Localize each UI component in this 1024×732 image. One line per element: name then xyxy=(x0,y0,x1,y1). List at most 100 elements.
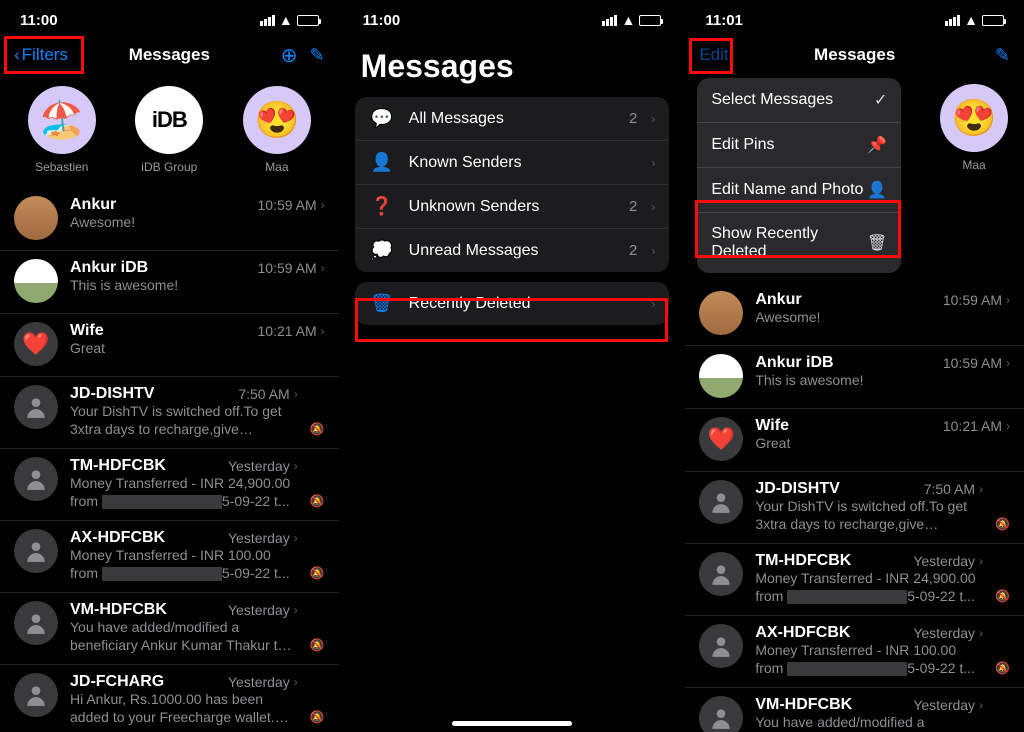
menu-item[interactable]: Select Messages ✓ xyxy=(697,78,901,122)
chat-preview: Money Transferred - INR 100.00 from 5-09… xyxy=(70,547,298,582)
chat-preview: Great xyxy=(755,435,1010,453)
home-indicator[interactable] xyxy=(452,721,572,726)
muted-icon: 🔕 xyxy=(310,566,325,580)
filter-label: Unread Messages xyxy=(409,242,615,260)
compose-icon[interactable]: ✎ xyxy=(310,45,325,66)
pin-avatar: 😍 xyxy=(243,86,311,154)
edit-button[interactable]: Edit xyxy=(699,45,728,65)
status-bar: 11:00 ▲ xyxy=(0,0,339,34)
chat-name: Ankur iDB xyxy=(755,354,833,372)
chat-preview: You have added/modified a beneficiary An… xyxy=(755,714,983,732)
filter-list: 💬 All Messages 2 › 👤Known Senders › ❓ Unknown… xyxy=(355,97,670,272)
pin-label: iDB Group xyxy=(141,160,197,174)
chat-avatar xyxy=(14,457,58,501)
pinned-chat[interactable]: 😍Maa xyxy=(227,86,327,174)
chat-preview: This is awesome! xyxy=(755,372,1010,390)
chat-preview: Money Transferred - INR 100.00 from 5-09… xyxy=(755,642,983,677)
chat-row[interactable]: Ankur10:59 AM ›Awesome! xyxy=(0,188,339,250)
pinned-chat[interactable]: 🏖️Sebastien xyxy=(12,86,112,174)
pinned-chat[interactable]: iDB iDB Group xyxy=(119,86,219,174)
chat-name: Wife xyxy=(755,417,789,435)
chat-avatar xyxy=(699,624,743,668)
chat-name: JD-DISHTV xyxy=(70,385,154,403)
signal-icon xyxy=(945,15,960,26)
chat-row[interactable]: ❤️Wife10:21 AM ›Great xyxy=(685,408,1024,471)
filter-label: All Messages xyxy=(409,110,615,128)
wifi-icon: ▲ xyxy=(279,12,293,28)
menu-icon: ✓ xyxy=(874,90,887,110)
chat-row[interactable]: Ankur iDB10:59 AM ›This is awesome! xyxy=(685,345,1024,408)
chat-name: AX-HDFCBK xyxy=(755,624,850,642)
back-chevron-icon: ‹ xyxy=(14,45,20,65)
status-time: 11:00 xyxy=(363,12,401,29)
chevron-right-icon: › xyxy=(651,244,655,258)
chat-row[interactable]: AX-HDFCBKYesterday ›Money Transferred - … xyxy=(0,520,339,592)
menu-icon: 🗑 xyxy=(867,233,887,253)
chat-row[interactable]: ❤️Wife10:21 AM ›Great xyxy=(0,313,339,376)
pin-label: Sebastien xyxy=(35,160,88,174)
chat-preview: Your DishTV is switched off.To get 3xtra… xyxy=(70,403,298,438)
chat-time: 7:50 AM › xyxy=(924,481,983,497)
pinned-single[interactable]: 😍 Maa xyxy=(940,84,1008,172)
muted-icon: 🔕 xyxy=(310,638,325,652)
chat-avatar: ❤️ xyxy=(699,417,743,461)
chat-name: VM-HDFCBK xyxy=(755,696,852,714)
menu-label: Select Messages xyxy=(711,91,833,109)
filter-item[interactable]: 👤Known Senders › xyxy=(355,140,670,184)
chat-row[interactable]: Ankur iDB10:59 AM ›This is awesome! xyxy=(0,250,339,313)
chat-row[interactable]: VM-HDFCBKYesterday ›You have added/modif… xyxy=(0,592,339,664)
menu-item[interactable]: Show Recently Deleted🗑 xyxy=(697,212,901,273)
filter-icon: 💬 xyxy=(369,108,395,129)
chat-avatar: ❤️ xyxy=(14,322,58,366)
signal-icon xyxy=(260,15,275,26)
filter-item[interactable]: 💭Unread Messages2 › xyxy=(355,228,670,272)
chat-avatar xyxy=(14,601,58,645)
chat-avatar xyxy=(14,259,58,303)
chat-row[interactable]: AX-HDFCBKYesterday ›Money Transferred - … xyxy=(685,615,1024,687)
filter-count: 2 xyxy=(629,198,637,215)
screen-2: 11:00 ▲ Messages 💬All Messages2 ›👤Known … xyxy=(343,0,682,732)
muted-icon: 🔕 xyxy=(310,494,325,508)
chat-name: TM-HDFCBK xyxy=(755,552,851,570)
chat-time: 10:59 AM › xyxy=(258,197,325,213)
chat-preview: Money Transferred - INR 24,900.00 from 5… xyxy=(70,475,298,510)
chat-avatar xyxy=(14,385,58,429)
nav-title: Messages xyxy=(129,45,210,65)
chat-time: Yesterday › xyxy=(228,530,298,546)
chat-row[interactable]: JD-FCHARGYesterday ›Hi Ankur, Rs.1000.00… xyxy=(0,664,339,732)
filter-item[interactable]: ❓Unknown Senders2 › xyxy=(355,184,670,228)
filter-recently-deleted[interactable]: 🗑 Recently Deleted › xyxy=(355,282,670,325)
status-bar: 11:00 ▲ xyxy=(343,0,682,34)
pin-avatar: iDB xyxy=(135,86,203,154)
filters-button[interactable]: ‹Filters xyxy=(14,45,68,65)
chat-time: Yesterday › xyxy=(228,602,298,618)
menu-item[interactable]: Edit Pins📌 xyxy=(697,122,901,167)
filter-item[interactable]: 💬All Messages2 › xyxy=(355,97,670,140)
chat-avatar xyxy=(14,196,58,240)
filter-label: Unknown Senders xyxy=(409,198,615,216)
chat-row[interactable]: Ankur10:59 AM ›Awesome! xyxy=(685,283,1024,345)
edit-menu: Select Messages✓Edit Pins📌Edit Name and … xyxy=(697,78,901,273)
chat-row[interactable]: JD-DISHTV7:50 AM ›Your DishTV is switche… xyxy=(685,471,1024,543)
status-indicators: ▲ xyxy=(602,12,661,28)
chat-preview: This is awesome! xyxy=(70,277,325,295)
chat-row[interactable]: JD-DISHTV7:50 AM ›Your DishTV is switche… xyxy=(0,376,339,448)
chat-avatar xyxy=(699,696,743,732)
muted-icon: 🔕 xyxy=(995,589,1010,603)
chat-avatar xyxy=(699,354,743,398)
chat-preview: You have added/modified a beneficiary An… xyxy=(70,619,298,654)
chevron-right-icon: › xyxy=(651,297,655,311)
chat-row[interactable]: VM-HDFCBKYesterday ›You have added/modif… xyxy=(685,687,1024,732)
compose-icon[interactable]: ✎ xyxy=(995,45,1010,66)
menu-item[interactable]: Edit Name and Photo👤 xyxy=(697,167,901,212)
status-indicators: ▲ xyxy=(260,12,319,28)
chat-row[interactable]: TM-HDFCBKYesterday ›Money Transferred - … xyxy=(685,543,1024,615)
filter-icon: ❓ xyxy=(369,196,395,217)
menu-label: Edit Name and Photo xyxy=(711,181,863,199)
muted-icon: 🔕 xyxy=(310,422,325,436)
screen-3: 11:01 ▲ Edit Messages ✎ 😍 Maa Select Mes… xyxy=(685,0,1024,732)
menu-icon: 📌 xyxy=(867,135,887,155)
chat-row[interactable]: TM-HDFCBKYesterday ›Money Transferred - … xyxy=(0,448,339,520)
more-icon[interactable]: ⊕ xyxy=(281,43,298,68)
filter-count: 2 xyxy=(629,110,637,127)
